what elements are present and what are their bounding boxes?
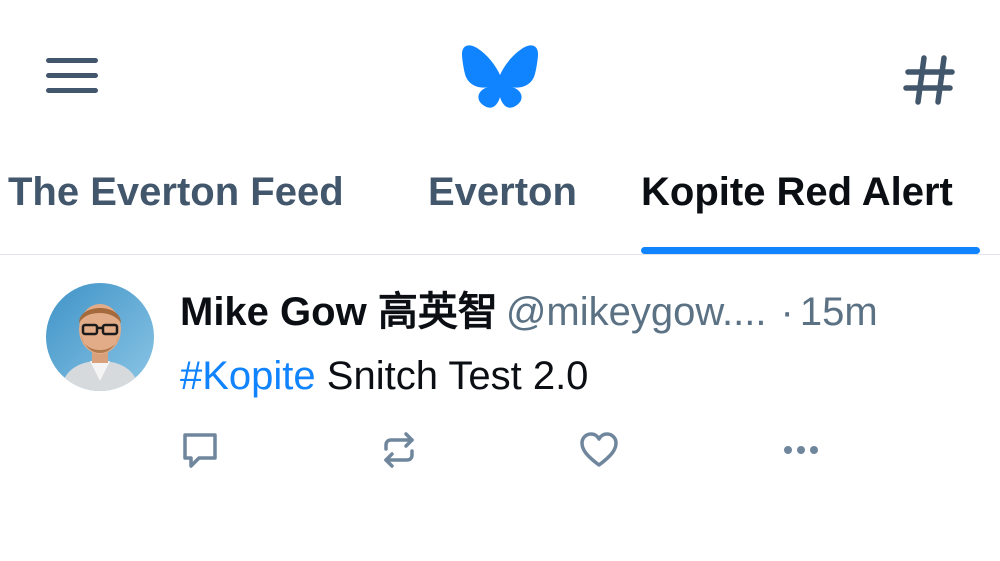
post-item[interactable]: Mike Gow 高英智 @mikeygow.... · 15m #Kopite Sn… (0, 255, 1000, 561)
post-header: Mike Gow 高英智 @mikeygow.... · 15m (180, 287, 970, 337)
reply-icon (183, 433, 217, 468)
author-handle[interactable]: @mikeygow.... (506, 290, 767, 334)
tab-the-everton-feed[interactable]: The Everton Feed (8, 170, 344, 254)
tab-label: The Everton Feed (8, 170, 344, 214)
post-body-text: Snitch Test 2.0 (315, 354, 589, 398)
hashtag-icon (903, 55, 955, 105)
author-name[interactable]: Mike Gow 高英智 (180, 290, 498, 334)
feeds-button[interactable] (900, 50, 960, 110)
repost-button[interactable] (374, 425, 424, 475)
hashtag-link[interactable]: #Kopite (180, 354, 316, 398)
tab-label: Kopite Red Alert (641, 170, 953, 214)
repost-icon (384, 432, 414, 468)
post-timestamp[interactable]: 15m (800, 290, 878, 334)
bluesky-butterfly-icon[interactable] (460, 42, 540, 112)
tab-everton[interactable]: Everton (428, 170, 577, 254)
tab-kopite-red-alert[interactable]: Kopite Red Alert (641, 170, 980, 254)
reply-button[interactable] (175, 425, 225, 475)
post-actions (0, 425, 1000, 475)
post-text: #Kopite Snitch Test 2.0 (180, 351, 588, 401)
heart-icon (580, 432, 618, 467)
menu-button[interactable] (44, 54, 100, 98)
separator-dot: · (780, 290, 794, 334)
active-tab-indicator (641, 247, 980, 254)
feed-tabs: The Everton Feed Everton Kopite Red Aler… (0, 150, 1000, 255)
more-options-icon (784, 446, 818, 454)
avatar[interactable] (46, 283, 154, 391)
tab-label: Everton (428, 170, 577, 214)
top-bar (0, 0, 1000, 150)
like-button[interactable] (574, 425, 624, 475)
more-options-button[interactable] (776, 425, 826, 475)
